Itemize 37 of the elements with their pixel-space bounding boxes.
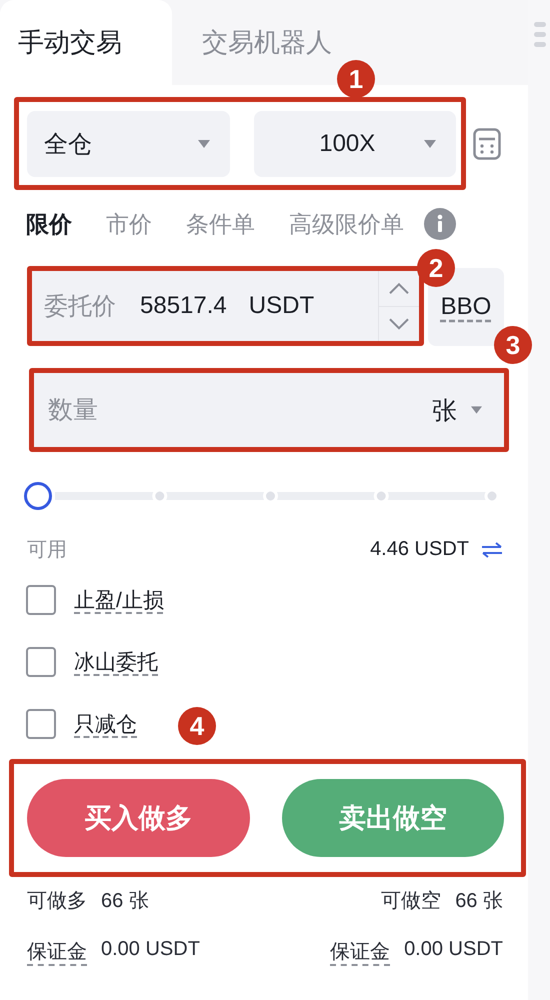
option-label[interactable]: 只减仓 — [74, 710, 137, 738]
margin-mode-select[interactable]: 全仓 — [27, 110, 230, 176]
order-type-tab[interactable]: 限价 — [26, 208, 72, 240]
available-label: 可用 — [27, 538, 67, 563]
slider-tick[interactable] — [484, 488, 500, 504]
caret-icon — [471, 406, 482, 414]
annotation-badge: 4 — [178, 707, 216, 745]
margin-label[interactable]: 保证金 — [330, 938, 390, 965]
tab[interactable]: 手动交易 — [0, 0, 172, 85]
info-icon[interactable] — [424, 208, 456, 240]
slider-tick[interactable] — [374, 488, 389, 504]
checkbox[interactable] — [26, 647, 56, 677]
buy-button[interactable]: 买入做多 — [27, 779, 250, 857]
price-field[interactable]: 委托价 58517.4 USDT — [32, 271, 419, 341]
caret-icon — [198, 140, 210, 148]
checkbox[interactable] — [26, 709, 56, 739]
quantity-field[interactable]: 数量 张 — [34, 373, 504, 447]
capacity-value: 66 张 — [101, 889, 149, 914]
caret-icon — [424, 140, 436, 148]
available-balance: 4.46 USDT — [370, 538, 469, 561]
capacity-value: 66 张 — [455, 889, 503, 914]
option-label[interactable]: 止盈/止损 — [74, 586, 164, 614]
transfer-icon[interactable] — [481, 542, 503, 558]
capacity-label: 可做多 — [27, 889, 87, 914]
quantity-input[interactable]: 数量 — [46, 394, 432, 426]
option-label[interactable]: 冰山委托 — [74, 648, 158, 676]
margin-label[interactable]: 保证金 — [27, 938, 87, 965]
slider-thumb[interactable] — [24, 482, 52, 510]
annotation-badge: 2 — [417, 249, 455, 287]
capacity-label: 可做空 — [381, 889, 442, 914]
leverage-select[interactable]: 100X — [254, 110, 456, 176]
calculator-icon[interactable] — [473, 128, 501, 160]
slider-tick[interactable] — [263, 488, 278, 504]
slider-tick[interactable] — [152, 488, 168, 504]
margin-value: 0.00 USDT — [101, 938, 200, 962]
margin-value: 0.00 USDT — [404, 938, 503, 962]
checkbox[interactable] — [26, 585, 56, 615]
